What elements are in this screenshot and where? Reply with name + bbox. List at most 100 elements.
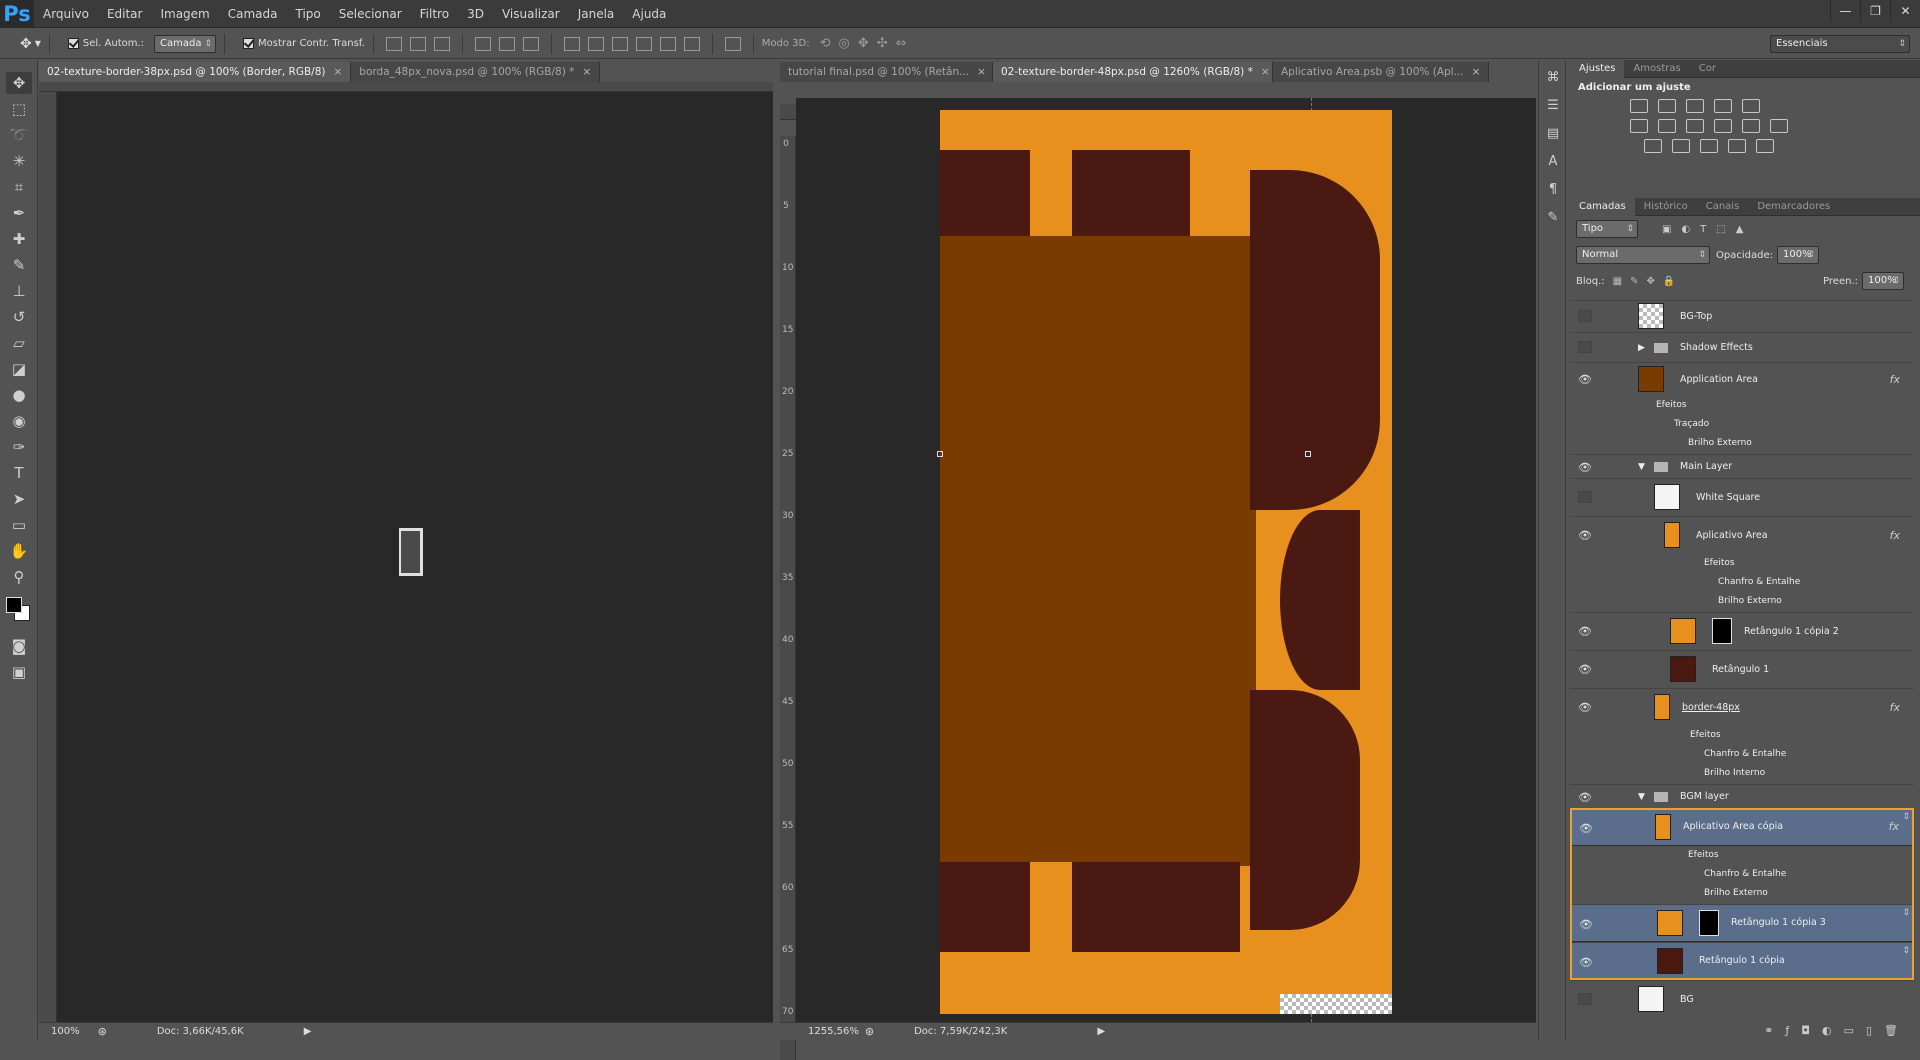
lock-icons[interactable]: ▦✎✥🔒: [1613, 276, 1684, 287]
close-tab-icon[interactable]: ×: [333, 66, 342, 78]
layer-bg-top[interactable]: BG-Top: [1570, 300, 1914, 332]
menu-camada[interactable]: Camada: [219, 0, 287, 28]
tab-camadas[interactable]: Camadas: [1570, 197, 1635, 216]
tab-aplicativo-area[interactable]: Aplicativo Area.psb @ 100% (Apl... ×: [1273, 62, 1489, 82]
blend-mode-dropdown[interactable]: Normal: [1576, 246, 1710, 264]
posterize-icon[interactable]: [1672, 139, 1690, 153]
effect-outer-glow[interactable]: Brilho Externo: [1570, 596, 1914, 606]
healing-brush-icon[interactable]: ✚: [6, 228, 32, 250]
crop-tool-icon[interactable]: ⌗: [6, 176, 32, 198]
invert-icon[interactable]: [1644, 139, 1662, 153]
move-tool-icon[interactable]: ✥: [6, 72, 32, 94]
eye-icon[interactable]: 👁: [1578, 461, 1592, 474]
distribute-bottom-icon[interactable]: [611, 36, 628, 51]
tab-tutorial-final[interactable]: tutorial final.psd @ 100% (Retân... ×: [780, 62, 993, 82]
fill-input[interactable]: 100%: [1862, 272, 1904, 290]
layer-retangulo-1[interactable]: 👁 Retângulo 1: [1570, 650, 1914, 688]
layer-shadow-effects[interactable]: ▶ Shadow Effects: [1570, 332, 1914, 362]
auto-select-dropdown[interactable]: Camada: [154, 34, 217, 53]
eye-icon[interactable]: 👁: [1578, 701, 1592, 714]
layer-bgm-layer[interactable]: 👁 ▼ BGM layer: [1570, 784, 1914, 808]
minimize-button[interactable]: —: [1830, 0, 1860, 22]
close-tab-icon[interactable]: ×: [1261, 66, 1270, 78]
close-button[interactable]: ✕: [1890, 0, 1920, 22]
eye-icon[interactable]: 👁: [1579, 955, 1593, 971]
effect-bevel[interactable]: Chanfro & Entalhe: [1570, 577, 1914, 587]
hue-icon[interactable]: [1630, 119, 1648, 133]
type-tool-icon[interactable]: T: [6, 462, 32, 484]
paragraph-panel-icon[interactable]: ¶: [1542, 178, 1564, 200]
eye-icon[interactable]: 👁: [1578, 625, 1592, 638]
color-balance-icon[interactable]: [1658, 119, 1676, 133]
zoom-level[interactable]: 100%: [51, 1026, 80, 1037]
status-menu-icon[interactable]: ▶: [1097, 1026, 1105, 1037]
restore-button[interactable]: ❐: [1860, 0, 1890, 22]
menu-filtro[interactable]: Filtro: [411, 0, 458, 28]
close-tab-icon[interactable]: ×: [582, 66, 591, 78]
layer-retangulo-copia-3[interactable]: 👁 Retângulo 1 cópia 3: [1570, 904, 1914, 942]
tab-cor[interactable]: Cor: [1690, 60, 1725, 78]
character-panel-icon[interactable]: A: [1542, 150, 1564, 172]
blur-tool-icon[interactable]: ●: [6, 384, 32, 406]
collapse-icon[interactable]: ▼: [1638, 792, 1645, 802]
new-group-icon[interactable]: ▭: [1844, 1024, 1866, 1037]
tab-texture-48px[interactable]: 02-texture-border-48px.psd @ 1260% (RGB/…: [993, 62, 1273, 82]
distribute-vcenter-icon[interactable]: [587, 36, 604, 51]
brightness-icon[interactable]: [1630, 99, 1648, 113]
menu-3d[interactable]: 3D: [458, 0, 493, 28]
fx-menu-icon[interactable]: ƒ: [1785, 1024, 1801, 1037]
effect-outer-glow[interactable]: Brilho Externo: [1570, 438, 1914, 448]
tab-canais[interactable]: Canais: [1697, 198, 1749, 216]
menu-editar[interactable]: Editar: [98, 0, 152, 28]
align-bottom-icon[interactable]: [433, 36, 450, 51]
transform-handle[interactable]: [1305, 451, 1311, 457]
paint-bucket-icon[interactable]: ◪: [6, 358, 32, 380]
hand-tool-icon[interactable]: ✋: [6, 540, 32, 562]
effect-bevel[interactable]: Chanfro & Entalhe: [1570, 869, 1914, 879]
layer-aplicativo-area[interactable]: 👁 Aplicativo Area fx: [1570, 516, 1914, 554]
menu-imagem[interactable]: Imagem: [151, 0, 218, 28]
shape-tool-icon[interactable]: ▭: [6, 514, 32, 536]
zoom-tool-icon[interactable]: ⚲: [6, 566, 32, 588]
levels-icon[interactable]: [1658, 99, 1676, 113]
clone-stamp-icon[interactable]: ⊥: [6, 280, 32, 302]
info-icon[interactable]: ⊛: [98, 1025, 107, 1038]
expand-icon[interactable]: ▶: [1638, 343, 1645, 353]
layer-bg[interactable]: BG: [1570, 980, 1914, 1018]
delete-layer-icon[interactable]: 🗑: [1884, 1024, 1910, 1037]
layer-retangulo-copia-2[interactable]: 👁 Retângulo 1 cópia 2: [1570, 612, 1914, 650]
eye-icon[interactable]: 👁: [1579, 821, 1593, 837]
eye-icon[interactable]: 👁: [1578, 373, 1592, 386]
add-mask-icon[interactable]: ◘: [1801, 1024, 1822, 1037]
tab-historico[interactable]: Histórico: [1635, 198, 1697, 216]
screen-mode-icon[interactable]: ▣: [6, 661, 32, 683]
effect-inner-glow[interactable]: Brilho Interno: [1570, 768, 1914, 778]
transform-handle[interactable]: [937, 451, 943, 457]
layer-border-48px[interactable]: 👁 border-48px fx: [1570, 688, 1914, 726]
eye-icon[interactable]: 👁: [1579, 917, 1593, 933]
brush-panel-icon[interactable]: ✎: [1542, 206, 1564, 228]
tab-ajustes[interactable]: Ajustes: [1570, 59, 1625, 78]
tab-borda-48px[interactable]: borda_48px_nova.psd @ 100% (RGB/8) * ×: [351, 62, 601, 82]
workspace-dropdown[interactable]: Essenciais: [1770, 34, 1910, 53]
brush-tool-icon[interactable]: ✎: [6, 254, 32, 276]
align-hcenter-icon[interactable]: [498, 36, 515, 51]
align-top-icon[interactable]: [385, 36, 402, 51]
black-white-icon[interactable]: [1686, 119, 1704, 133]
chevron-down-icon[interactable]: ▼: [35, 39, 41, 48]
color-swatches[interactable]: [0, 591, 37, 631]
new-layer-icon[interactable]: ▯: [1866, 1024, 1884, 1037]
gradient-map-icon[interactable]: [1728, 139, 1746, 153]
effect-outer-glow[interactable]: Brilho Externo: [1570, 888, 1914, 898]
eye-icon[interactable]: 👁: [1578, 663, 1592, 676]
align-right-icon[interactable]: [522, 36, 539, 51]
exposure-icon[interactable]: [1714, 99, 1732, 113]
align-vcenter-icon[interactable]: [409, 36, 426, 51]
selective-color-icon[interactable]: [1756, 139, 1774, 153]
filter-kind-dropdown[interactable]: Tipo: [1576, 220, 1638, 238]
history-panel-icon[interactable]: ⌘: [1542, 66, 1564, 88]
menu-janela[interactable]: Janela: [569, 0, 624, 28]
curves-icon[interactable]: [1686, 99, 1704, 113]
move-tool-icon[interactable]: ✥: [20, 36, 32, 52]
layer-aplicativo-area-copia[interactable]: 👁 Aplicativo Area cópia fx: [1570, 808, 1914, 846]
